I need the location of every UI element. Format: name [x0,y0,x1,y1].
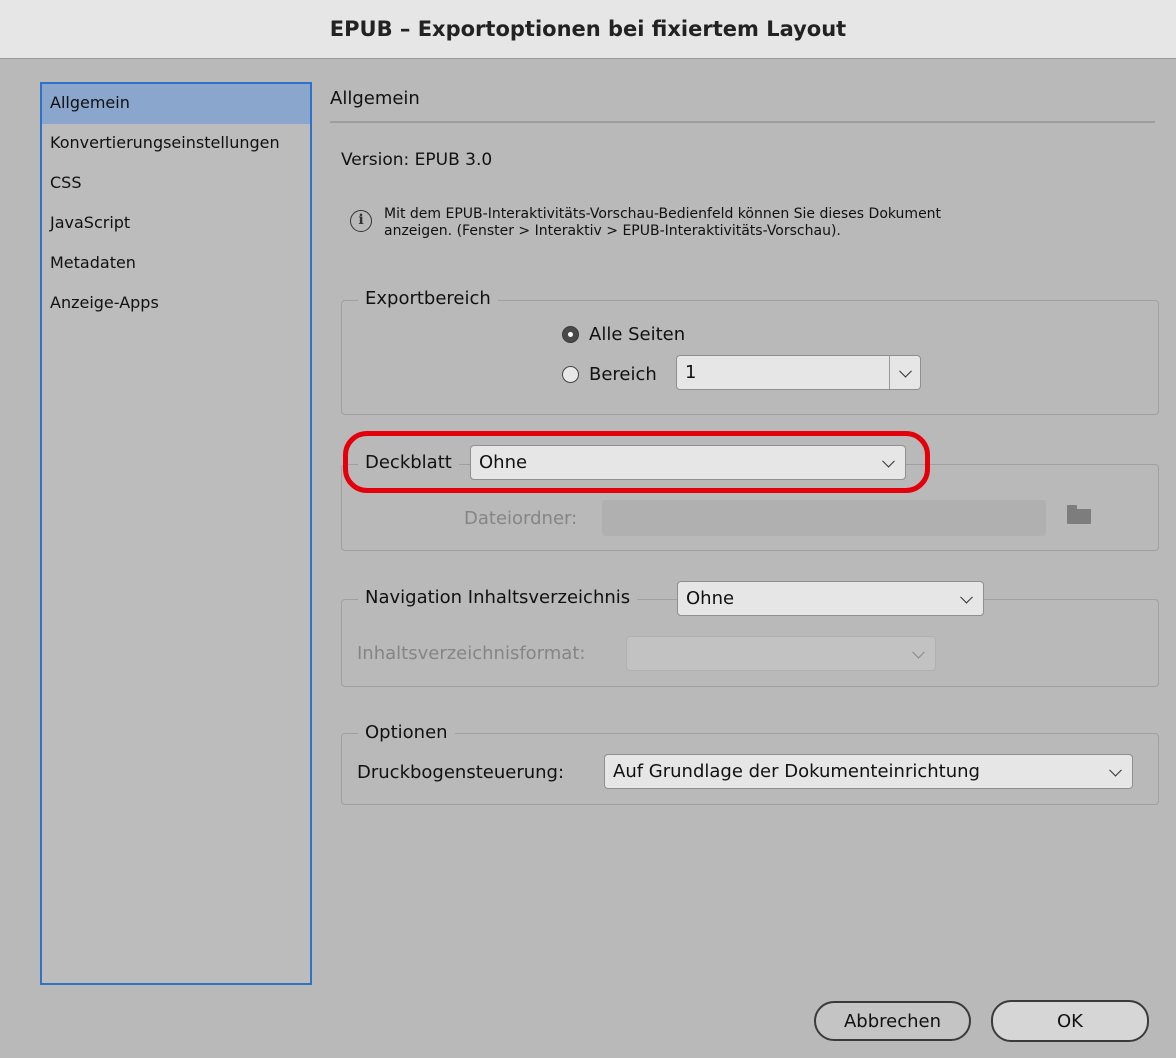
range-option[interactable]: Bereich [562,364,657,385]
sidebar-item-metadaten[interactable]: Metadaten [42,244,310,284]
sidebar-item-javascript[interactable]: JavaScript [42,204,310,244]
all-pages-option[interactable]: Alle Seiten [562,324,685,345]
toc-format-select [626,636,936,671]
range-dropdown-button[interactable] [889,356,920,389]
info-text: Mit dem EPUB-Interaktivitäts-Vorschau-Be… [384,206,1124,240]
sidebar-item-anzeige-apps[interactable]: Anzeige-Apps [42,284,310,324]
chevron-down-icon [899,364,912,378]
chevron-down-icon [912,645,925,659]
range-value: 1 [685,362,697,383]
title-divider [330,121,1155,123]
spread-control-value: Auf Grundlage der Dokumenteinrichtung [613,761,980,782]
spread-control-label: Druckbogensteuerung: [357,762,565,783]
window-title: EPUB – Exportoptionen bei fixiertem Layo… [0,0,1176,59]
version-text: Version: EPUB 3.0 [341,150,493,170]
info-text-line1: Mit dem EPUB-Interaktivitäts-Vorschau-Be… [384,206,942,222]
info-text-line2: anzeigen. (Fenster > Interaktiv > EPUB-I… [384,223,841,239]
section-title: Allgemein [330,88,420,109]
sidebar-item-konvertierungseinstellungen[interactable]: Konvertierungseinstellungen [42,124,310,164]
range-label: Bereich [589,364,657,385]
toc-select[interactable]: Ohne [677,581,984,616]
options-legend: Optionen [358,722,455,743]
chevron-down-icon [960,590,973,604]
sidebar-item-css[interactable]: CSS [42,164,310,204]
chevron-down-icon [1109,763,1122,777]
chevron-down-icon [882,454,895,468]
toc-value: Ohne [686,588,735,609]
cancel-button[interactable]: Abbrechen [814,1001,971,1041]
sidebar: Allgemein Konvertierungseinstellungen CS… [40,82,312,985]
export-range-legend: Exportbereich [358,288,498,309]
all-pages-radio[interactable] [562,326,579,343]
info-icon: i [350,210,372,232]
range-select[interactable]: 1 [676,355,921,390]
sidebar-item-allgemein[interactable]: Allgemein [42,84,310,124]
folder-input [602,500,1046,536]
range-radio[interactable] [562,366,579,383]
cover-value: Ohne [479,452,528,473]
folder-label: Dateiordner: [464,508,578,529]
ok-button[interactable]: OK [991,1000,1149,1042]
toc-label: Navigation Inhaltsverzeichnis [358,587,638,608]
spread-control-select[interactable]: Auf Grundlage der Dokumenteinrichtung [604,754,1133,789]
folder-icon [1067,505,1091,524]
cover-label: Deckblatt [358,452,459,473]
all-pages-label: Alle Seiten [589,324,686,345]
cover-select[interactable]: Ohne [470,445,906,480]
toc-format-label: Inhaltsverzeichnisformat: [357,643,586,664]
